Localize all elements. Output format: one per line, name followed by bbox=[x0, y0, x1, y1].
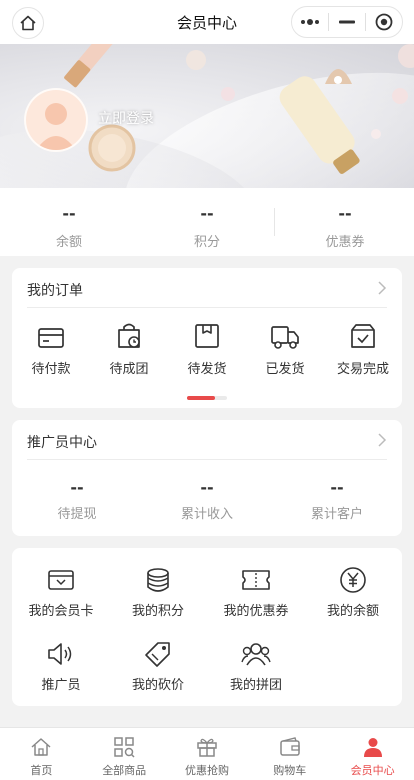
login-link[interactable]: 立即登录 bbox=[98, 108, 154, 128]
grid-search-icon bbox=[114, 737, 135, 758]
points-value: -- bbox=[200, 204, 214, 223]
promoter-total-income[interactable]: -- 累计收入 bbox=[142, 478, 272, 522]
bottom-tab-bar: 首页 全部商品 优惠抢购 购物车 会员中心 bbox=[0, 727, 414, 780]
tools-card: 我的会员卡 我的积分 我的优惠券 我的余额 推广员 我的砍价 我的拼团 bbox=[12, 548, 402, 706]
coupons-stat[interactable]: -- 优惠券 bbox=[276, 188, 414, 256]
bag-clock-icon bbox=[118, 323, 140, 348]
tool-promoter[interactable]: 推广员 bbox=[12, 640, 110, 693]
gift-icon bbox=[197, 738, 217, 757]
points-label: 积分 bbox=[193, 235, 220, 250]
order-label: 待成团 bbox=[109, 362, 149, 377]
tab-label: 优惠抢购 bbox=[184, 764, 229, 777]
box-check-icon bbox=[351, 324, 375, 348]
top-nav-bar: 会员中心 bbox=[0, 0, 414, 44]
coupons-value: -- bbox=[338, 204, 352, 223]
target-close-icon bbox=[375, 13, 393, 31]
tool-label: 我的余额 bbox=[326, 604, 379, 619]
package-box-icon bbox=[195, 324, 219, 348]
more-button[interactable] bbox=[292, 7, 328, 37]
tool-bargain[interactable]: 我的砍价 bbox=[109, 640, 207, 693]
order-label: 待发货 bbox=[187, 362, 227, 377]
order-completed[interactable]: 交易完成 bbox=[324, 318, 402, 377]
order-pending-shipment[interactable]: 待发货 bbox=[168, 318, 246, 377]
home-icon bbox=[31, 738, 51, 756]
tool-balance[interactable]: 我的余额 bbox=[304, 566, 402, 619]
tab-label: 会员中心 bbox=[350, 764, 395, 777]
promoter-title: 推广员中心 bbox=[27, 435, 97, 451]
chevron-right-icon bbox=[378, 281, 387, 295]
promoter-card: 推广员中心 -- 待提现 -- 累计收入 -- 累计客户 bbox=[12, 420, 402, 536]
tool-coupons[interactable]: 我的优惠券 bbox=[207, 566, 305, 619]
tab-all-products[interactable]: 全部商品 bbox=[83, 728, 166, 780]
promoter-withdrawable[interactable]: -- 待提现 bbox=[12, 478, 142, 522]
tool-label: 我的优惠券 bbox=[223, 604, 289, 619]
tool-member-card[interactable]: 我的会员卡 bbox=[12, 566, 110, 619]
coupon-ticket-icon bbox=[242, 570, 270, 590]
tab-label: 全部商品 bbox=[102, 764, 147, 777]
cart-wallet-icon bbox=[280, 737, 300, 756]
wallet-card-icon bbox=[38, 328, 64, 348]
order-shipped[interactable]: 已发货 bbox=[246, 318, 324, 377]
order-pending-payment[interactable]: 待付款 bbox=[12, 318, 90, 377]
tab-flash-sale[interactable]: 优惠抢购 bbox=[166, 728, 249, 780]
order-label: 待付款 bbox=[31, 362, 71, 377]
tab-member-center[interactable]: 会员中心 bbox=[331, 728, 414, 780]
promoter-header[interactable]: 推广员中心 bbox=[27, 420, 387, 460]
order-label: 已发货 bbox=[265, 362, 305, 377]
tool-label: 我的积分 bbox=[131, 604, 184, 619]
balance-label: 余额 bbox=[55, 235, 82, 250]
balance-stat[interactable]: -- 余额 bbox=[0, 188, 138, 256]
order-label: 交易完成 bbox=[336, 362, 389, 377]
speaker-icon bbox=[48, 643, 72, 665]
orders-title: 我的订单 bbox=[27, 283, 83, 299]
promoter-label: 累计收入 bbox=[180, 507, 233, 522]
yen-circle-icon bbox=[340, 567, 366, 593]
stats-divider bbox=[274, 208, 275, 236]
user-avatar[interactable] bbox=[24, 88, 88, 152]
minimize-button[interactable] bbox=[329, 7, 365, 37]
tool-label: 我的拼团 bbox=[229, 678, 282, 693]
order-scroll-indicator bbox=[187, 396, 227, 400]
tool-group-buy[interactable]: 我的拼团 bbox=[207, 640, 305, 693]
member-banner: 立即登录 bbox=[0, 44, 414, 188]
close-button[interactable] bbox=[366, 7, 402, 37]
points-stat[interactable]: -- 积分 bbox=[138, 188, 276, 256]
truck-icon bbox=[271, 326, 299, 349]
balance-value: -- bbox=[62, 204, 76, 223]
account-stats: -- 余额 -- 积分 -- 优惠券 bbox=[0, 188, 414, 256]
promoter-value: -- bbox=[70, 478, 84, 497]
price-tag-icon bbox=[145, 642, 170, 667]
tab-cart[interactable]: 购物车 bbox=[248, 728, 331, 780]
promoter-total-customers[interactable]: -- 累计客户 bbox=[272, 478, 402, 522]
orders-card: 我的订单 待付款 待成团 待发货 已发货 交易完成 bbox=[12, 268, 402, 408]
mini-program-capsule bbox=[291, 6, 403, 38]
group-users-icon bbox=[241, 643, 271, 666]
person-icon bbox=[363, 738, 382, 757]
promoter-label: 累计客户 bbox=[310, 507, 363, 522]
user-avatar-icon bbox=[36, 103, 76, 150]
minimize-icon bbox=[339, 20, 355, 24]
more-dots-icon bbox=[301, 19, 319, 25]
tool-label: 我的砍价 bbox=[131, 678, 184, 693]
promoter-label: 待提现 bbox=[57, 507, 97, 522]
promoter-value: -- bbox=[200, 478, 214, 497]
tool-label: 我的会员卡 bbox=[28, 604, 94, 619]
tab-label: 购物车 bbox=[273, 764, 307, 777]
orders-header[interactable]: 我的订单 bbox=[27, 268, 387, 308]
tool-label: 推广员 bbox=[41, 678, 81, 693]
coupons-label: 优惠券 bbox=[325, 235, 365, 250]
coins-stack-icon bbox=[147, 568, 169, 592]
order-pending-group[interactable]: 待成团 bbox=[90, 318, 168, 377]
tab-label: 首页 bbox=[30, 764, 53, 777]
member-card-icon bbox=[48, 570, 74, 590]
tool-points[interactable]: 我的积分 bbox=[109, 566, 207, 619]
chevron-right-icon bbox=[378, 433, 387, 447]
promoter-value: -- bbox=[330, 478, 344, 497]
tab-home[interactable]: 首页 bbox=[0, 728, 83, 780]
